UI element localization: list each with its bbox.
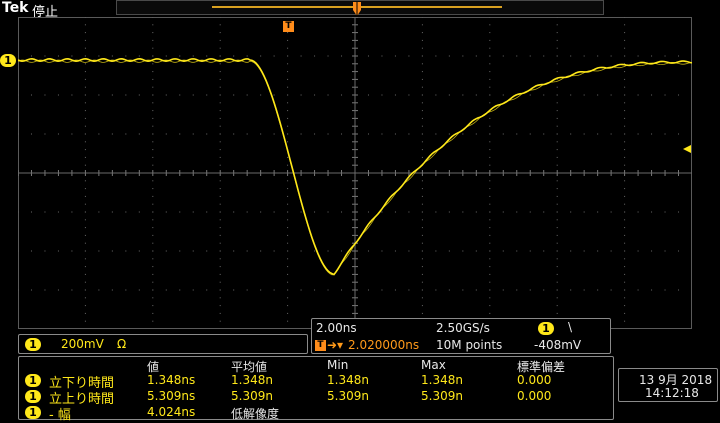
horizontal-scale: 2.00ns	[316, 321, 357, 335]
meas-mean: 低解像度	[231, 407, 280, 421]
channel1-badge: 1	[25, 338, 41, 351]
channel1-impedance-icon: Ω	[117, 337, 127, 351]
waveform-graticule[interactable]	[18, 17, 692, 329]
meas-value: 4.024ns	[147, 405, 196, 419]
meas-stdev: 0.000	[517, 389, 552, 403]
record-length: 10M points	[436, 338, 503, 352]
grid-lines	[18, 17, 692, 329]
table-row[interactable]: 1 - 幅 4.024ns 低解像度	[19, 405, 615, 423]
trigger-position-arrow-icon: ➜▾	[327, 338, 344, 352]
meas-channel-badge: 1	[25, 374, 41, 387]
trigger-position-t-icon: T	[315, 340, 326, 351]
trigger-level: -408mV	[534, 338, 582, 352]
meas-min: 5.309n	[327, 389, 369, 403]
channel1-scale-box[interactable]: 1 200mV Ω	[18, 334, 308, 354]
meas-max: 5.309n	[421, 389, 463, 403]
channel1-scale: 200mV	[61, 337, 104, 351]
meas-name: - 幅	[49, 408, 71, 423]
brand-logo: Tek	[2, 0, 29, 16]
time: 14:12:18	[645, 386, 699, 400]
table-row[interactable]: 1 立下り時間 1.348ns 1.348n 1.348n 1.348n 0.0…	[19, 373, 615, 391]
table-row[interactable]: 1 立上り時間 5.309ns 5.309n 5.309n 5.309n 0.0…	[19, 389, 615, 407]
channel1-ground-marker[interactable]: 1	[0, 54, 16, 67]
timebase-trigger-box[interactable]: 2.00ns 2.50GS/s 1 \ T ➜▾ 2.020000ns 10M …	[311, 318, 611, 354]
meas-min: 1.348n	[327, 373, 369, 387]
meas-mean: 1.348n	[231, 373, 273, 387]
meas-header-max: Max	[421, 358, 446, 372]
trigger-position-value: 2.020000ns	[348, 338, 420, 352]
meas-channel-badge: 1	[25, 406, 41, 419]
trigger-level-marker-icon[interactable]	[682, 144, 692, 154]
meas-value: 1.348ns	[147, 373, 196, 387]
date-time-box[interactable]: 13 9月 2018 14:12:18	[618, 368, 718, 402]
meas-value: 5.309ns	[147, 389, 196, 403]
measurements-panel[interactable]: 値 平均値 Min Max 標準偏差 1 立下り時間 1.348ns 1.348…	[18, 356, 615, 423]
meas-max: 1.348n	[421, 373, 463, 387]
meas-stdev: 0.000	[517, 373, 552, 387]
meas-channel-badge: 1	[25, 390, 41, 403]
sample-rate: 2.50GS/s	[436, 321, 490, 335]
trigger-channel-badge: 1	[538, 322, 554, 335]
trigger-slope-icon: \	[568, 320, 573, 334]
meas-mean: 5.309n	[231, 389, 273, 403]
meas-header-min: Min	[327, 358, 349, 372]
